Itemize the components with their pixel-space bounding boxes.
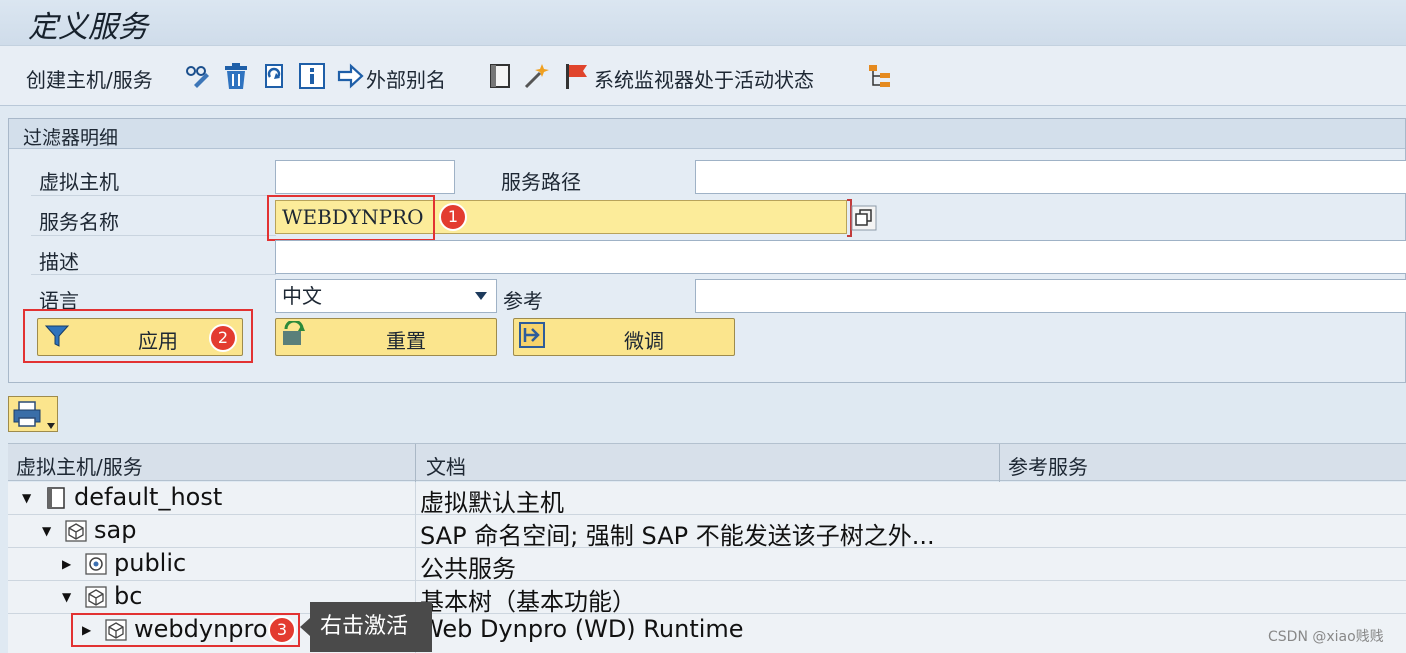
service-node-icon xyxy=(85,586,107,608)
tree-node-label: default_host xyxy=(74,483,223,511)
service-node-icon xyxy=(65,520,87,542)
service-path-input[interactable] xyxy=(695,160,1406,194)
column-separator xyxy=(415,515,416,548)
create-host-service-button[interactable]: 创建主机/服务 xyxy=(26,64,153,93)
tree-node-doc: 基本树（基本功能） xyxy=(420,588,636,616)
watermark: CSDN @xiao贱贱 xyxy=(1268,629,1384,645)
tree-row[interactable]: ▼ default_host 虚拟默认主机 xyxy=(8,482,1406,517)
tree-row[interactable]: ▼ bc 基本树（基本功能） xyxy=(8,581,1406,616)
public-service-icon xyxy=(85,553,107,575)
finetune-icon xyxy=(519,322,545,348)
host-book-icon xyxy=(47,487,65,509)
column-separator xyxy=(415,482,416,515)
virtual-host-label: 虚拟主机 xyxy=(39,170,119,194)
expand-arrow-right-icon[interactable]: ▶ xyxy=(62,557,71,571)
print-button[interactable] xyxy=(8,396,58,432)
expand-arrow-down-icon[interactable]: ▼ xyxy=(62,590,71,604)
flag-icon[interactable] xyxy=(562,61,590,91)
reset-button[interactable]: 重置 xyxy=(275,318,497,356)
description-input[interactable] xyxy=(275,240,1406,274)
refresh-document-icon[interactable] xyxy=(260,61,288,91)
highlight-frame-service-name xyxy=(267,195,435,241)
tree-node-label: public xyxy=(114,549,187,577)
row-divider xyxy=(31,235,276,236)
external-alias-button[interactable]: 外部别名 xyxy=(366,64,446,93)
dropdown-arrow-icon xyxy=(47,423,55,429)
tree-node-doc: 公共服务 xyxy=(420,555,516,583)
virtual-host-input[interactable] xyxy=(275,160,455,194)
column-separator xyxy=(415,548,416,581)
step-badge-2: 2 xyxy=(209,324,237,352)
step-badge-1: 1 xyxy=(439,203,467,231)
arrow-right-icon[interactable] xyxy=(336,61,364,91)
hierarchy-icon[interactable] xyxy=(866,61,894,91)
expand-arrow-down-icon[interactable]: ▼ xyxy=(42,524,51,538)
step-badge-3: 3 xyxy=(268,616,296,644)
tree-row[interactable]: ▼ sap SAP 命名空间; 强制 SAP 不能发送该子树之外... xyxy=(8,515,1406,550)
filter-header: 过滤器明细 xyxy=(9,119,1405,149)
tree-node-label: sap xyxy=(94,516,137,544)
reset-icon xyxy=(283,321,305,345)
toolbar: 创建主机/服务 外部别名 系统监视器处于活动状态 xyxy=(0,46,1406,106)
column-header-documentation[interactable]: 文档 xyxy=(426,451,466,480)
highlight-frame-webdynpro xyxy=(71,613,300,647)
expand-arrow-down-icon[interactable]: ▼ xyxy=(22,491,31,505)
system-monitor-button[interactable]: 系统监视器处于活动状态 xyxy=(594,64,814,93)
service-path-label: 服务路径 xyxy=(501,170,581,194)
tree-node-label: bc xyxy=(114,582,143,610)
column-header-reference-service[interactable]: 参考服务 xyxy=(1008,451,1088,480)
row-divider xyxy=(31,195,276,196)
tooltip-pointer xyxy=(300,618,310,636)
info-icon[interactable] xyxy=(298,61,326,91)
tree-row[interactable]: ▶ public 公共服务 xyxy=(8,548,1406,583)
tree-table-header: 虚拟主机/服务 文档 参考服务 xyxy=(8,443,1406,482)
reference-label: 参考 xyxy=(503,289,543,313)
column-separator xyxy=(999,444,1000,482)
dropdown-arrow-icon xyxy=(475,292,487,300)
column-separator xyxy=(415,444,416,482)
title-bar: 定义服务 xyxy=(0,0,1406,46)
value-help-icon[interactable] xyxy=(851,205,877,231)
tree-node-doc: Web Dynpro (WD) Runtime xyxy=(420,615,744,643)
tree-node-doc: 虚拟默认主机 xyxy=(420,489,564,517)
printer-icon xyxy=(13,401,41,427)
filter-panel: 过滤器明细 虚拟主机 服务路径 服务名称 WEBDYNPRO 1 描述 语言 中… xyxy=(8,118,1406,383)
magic-wand-icon[interactable] xyxy=(522,61,550,91)
language-select[interactable]: 中文 xyxy=(275,279,497,313)
description-label: 描述 xyxy=(39,250,79,274)
glasses-edit-icon[interactable] xyxy=(184,61,212,91)
column-header-host-service[interactable]: 虚拟主机/服务 xyxy=(16,451,143,480)
instruction-tooltip: 右击激活 xyxy=(310,602,432,652)
delete-icon[interactable] xyxy=(222,61,250,91)
book-icon[interactable] xyxy=(486,61,514,91)
page-title: 定义服务 xyxy=(28,10,148,45)
service-name-label: 服务名称 xyxy=(39,210,119,234)
tree-node-doc: SAP 命名空间; 强制 SAP 不能发送该子树之外... xyxy=(420,522,935,550)
reference-input[interactable] xyxy=(695,279,1406,313)
finetune-button[interactable]: 微调 xyxy=(513,318,735,356)
filter-title: 过滤器明细 xyxy=(23,127,119,149)
